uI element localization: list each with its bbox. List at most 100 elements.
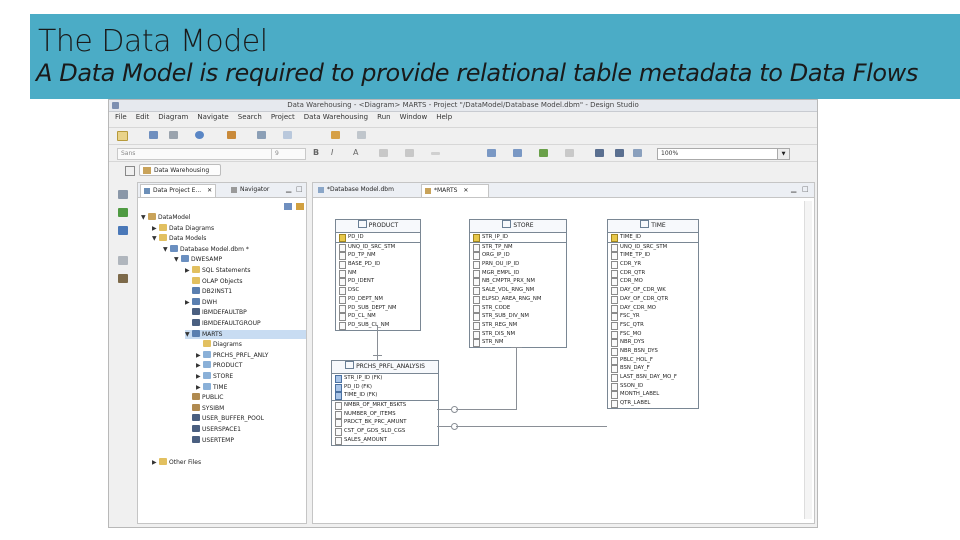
column[interactable]: CDR_QTR xyxy=(608,269,698,278)
line-color-icon[interactable] xyxy=(405,149,414,157)
collapse-right-icon[interactable]: ▶ xyxy=(185,299,192,307)
column[interactable]: CDR_MO xyxy=(608,277,698,287)
expand-down-icon[interactable]: ▼ xyxy=(152,235,159,243)
column[interactable]: FSC_YR xyxy=(608,312,698,322)
tree-item[interactable]: OLAP Objects xyxy=(185,276,243,286)
tree-item[interactable]: ▼ DWESAMP xyxy=(174,255,222,264)
key-column[interactable]: PD_ID (FK) xyxy=(332,383,438,392)
select-all-icon[interactable] xyxy=(595,149,604,157)
menu-search[interactable]: Search xyxy=(238,113,262,121)
column[interactable]: PD_SUB_CL_NM xyxy=(336,321,420,330)
console-icon[interactable] xyxy=(118,274,128,283)
tree-item[interactable]: USERSPACE1 xyxy=(185,425,241,434)
grid-icon[interactable] xyxy=(487,149,496,157)
font-color-button[interactable]: A xyxy=(353,148,358,157)
column[interactable]: STR_SUB_DIV_NM xyxy=(470,312,566,322)
fill-color-icon[interactable] xyxy=(379,149,388,157)
column[interactable]: NB_CMPTR_PRX_NM xyxy=(470,277,566,287)
column[interactable]: NMBR_OF_MRKT_BSKTS xyxy=(332,401,438,411)
tree-item[interactable]: ▶ Data Diagrams xyxy=(152,223,214,233)
print-icon[interactable] xyxy=(169,131,178,139)
arrange-icon[interactable] xyxy=(513,149,522,157)
relationship-line[interactable] xyxy=(437,426,451,427)
minimize-icon[interactable]: ▁ xyxy=(791,185,796,193)
relationship-line[interactable] xyxy=(456,409,516,410)
column[interactable]: MGR_EMPL_ID xyxy=(470,269,566,278)
tab-database-model[interactable]: *Database Model.dbm xyxy=(315,184,423,196)
column[interactable]: DSC xyxy=(336,286,420,296)
key-column[interactable]: STR_IP_ID (FK) xyxy=(332,374,438,383)
tab-data-project-explorer[interactable]: Data Project E... ✕ xyxy=(140,184,216,197)
menu-edit[interactable]: Edit xyxy=(136,113,150,121)
close-icon[interactable]: ✕ xyxy=(207,187,212,194)
menu-window[interactable]: Window xyxy=(400,113,428,121)
collapse-right-icon[interactable]: ▶ xyxy=(196,362,203,370)
close-icon[interactable]: ✕ xyxy=(463,187,468,194)
tree-item[interactable]: PUBLIC xyxy=(185,393,223,402)
new-icon[interactable] xyxy=(117,131,128,141)
minimize-icon[interactable]: ▁ xyxy=(286,185,291,193)
column[interactable]: NBR_DYS xyxy=(608,338,698,348)
next-annotation-icon[interactable] xyxy=(283,131,292,139)
column[interactable]: NM xyxy=(336,269,420,278)
line-style-icon[interactable] xyxy=(431,152,440,155)
column[interactable]: PD_TP_NM xyxy=(336,251,420,261)
column[interactable]: FSC_MO xyxy=(608,330,698,339)
tree-item[interactable]: ▼ MARTS xyxy=(185,329,306,339)
column[interactable]: NBR_BSN_DYS xyxy=(608,347,698,356)
column[interactable]: MONTH_LABEL xyxy=(608,390,698,400)
problems-icon[interactable] xyxy=(118,256,128,265)
tab-marts-diagram[interactable]: *MARTS ✕ xyxy=(421,184,489,197)
diagram-canvas[interactable]: PRODUCT PD_ID UNQ_ID_SRC_STM PD_TP_NM BASE_P… xyxy=(313,197,803,523)
tree-item[interactable]: Diagrams xyxy=(196,340,242,349)
column[interactable]: PD_SUB_DEPT_NM xyxy=(336,304,420,313)
link-editor-icon[interactable] xyxy=(296,203,304,210)
menu-run[interactable]: Run xyxy=(377,113,390,121)
font-family-select[interactable]: Sans xyxy=(117,148,272,160)
tree-item[interactable]: ▶ DWH xyxy=(185,297,217,307)
tree-item[interactable]: ▼ Data Models xyxy=(152,234,206,243)
table-view-icon[interactable] xyxy=(633,149,642,157)
menu-project[interactable]: Project xyxy=(271,113,295,121)
key-column[interactable]: STR_IP_ID xyxy=(470,233,566,242)
menu-navigate[interactable]: Navigate xyxy=(197,113,228,121)
perspective-tab[interactable]: Data Warehousing xyxy=(139,164,221,176)
collapse-right-icon[interactable]: ▶ xyxy=(152,459,159,467)
align-icon[interactable] xyxy=(539,149,548,157)
column[interactable]: TIME_TP_ID xyxy=(608,251,698,261)
column[interactable]: PBLC_HOL_F xyxy=(608,356,698,365)
column[interactable]: CDR_YR xyxy=(608,260,698,270)
column[interactable]: CST_OF_GDS_SLD_CGS xyxy=(332,427,438,437)
column[interactable]: ELPSD_AREA_RNG_NM xyxy=(470,295,566,304)
column[interactable]: UNQ_ID_SRC_STM xyxy=(336,243,420,252)
delete-icon[interactable] xyxy=(615,149,624,157)
menu-data-warehousing[interactable]: Data Warehousing xyxy=(304,113,368,121)
save-icon[interactable] xyxy=(149,131,158,139)
run-icon[interactable] xyxy=(227,131,236,139)
column[interactable]: SALES_AMOUNT xyxy=(332,436,438,445)
tree-item[interactable]: ▶ STORE xyxy=(196,372,233,381)
collapse-right-icon[interactable]: ▶ xyxy=(196,384,203,392)
column[interactable]: FSC_QTR xyxy=(608,321,698,330)
column[interactable]: ORG_IP_ID xyxy=(470,251,566,261)
tab-navigator[interactable]: Navigator xyxy=(228,184,290,196)
menu-diagram[interactable]: Diagram xyxy=(158,113,188,121)
relationship-line[interactable] xyxy=(373,355,382,356)
key-column[interactable]: TIME_ID (FK) xyxy=(332,391,438,401)
collapse-right-icon[interactable]: ▶ xyxy=(152,225,159,233)
open-type-icon[interactable] xyxy=(195,131,204,139)
key-column[interactable]: PD_ID xyxy=(336,233,420,242)
column[interactable]: PD_IDENT xyxy=(336,277,420,287)
column[interactable]: DAY_OF_CDR_QTR xyxy=(608,295,698,304)
menu-help[interactable]: Help xyxy=(436,113,452,121)
expand-down-icon[interactable]: ▼ xyxy=(185,331,192,339)
collapse-all-icon[interactable] xyxy=(284,203,292,210)
tree-item[interactable]: USERTEMP xyxy=(185,435,234,445)
tree-item[interactable]: IBMDEFAULTGROUP xyxy=(185,319,261,328)
expand-down-icon[interactable]: ▼ xyxy=(174,256,181,264)
tree-item[interactable]: ▼ DataModel xyxy=(141,213,190,222)
search-icon[interactable] xyxy=(257,131,266,139)
relationship-line[interactable] xyxy=(516,347,517,410)
relationship-line[interactable] xyxy=(606,426,607,427)
entity-store[interactable]: STORE STR_IP_ID STR_TP_NM ORG_IP_ID PRN_OU_I… xyxy=(469,219,567,348)
